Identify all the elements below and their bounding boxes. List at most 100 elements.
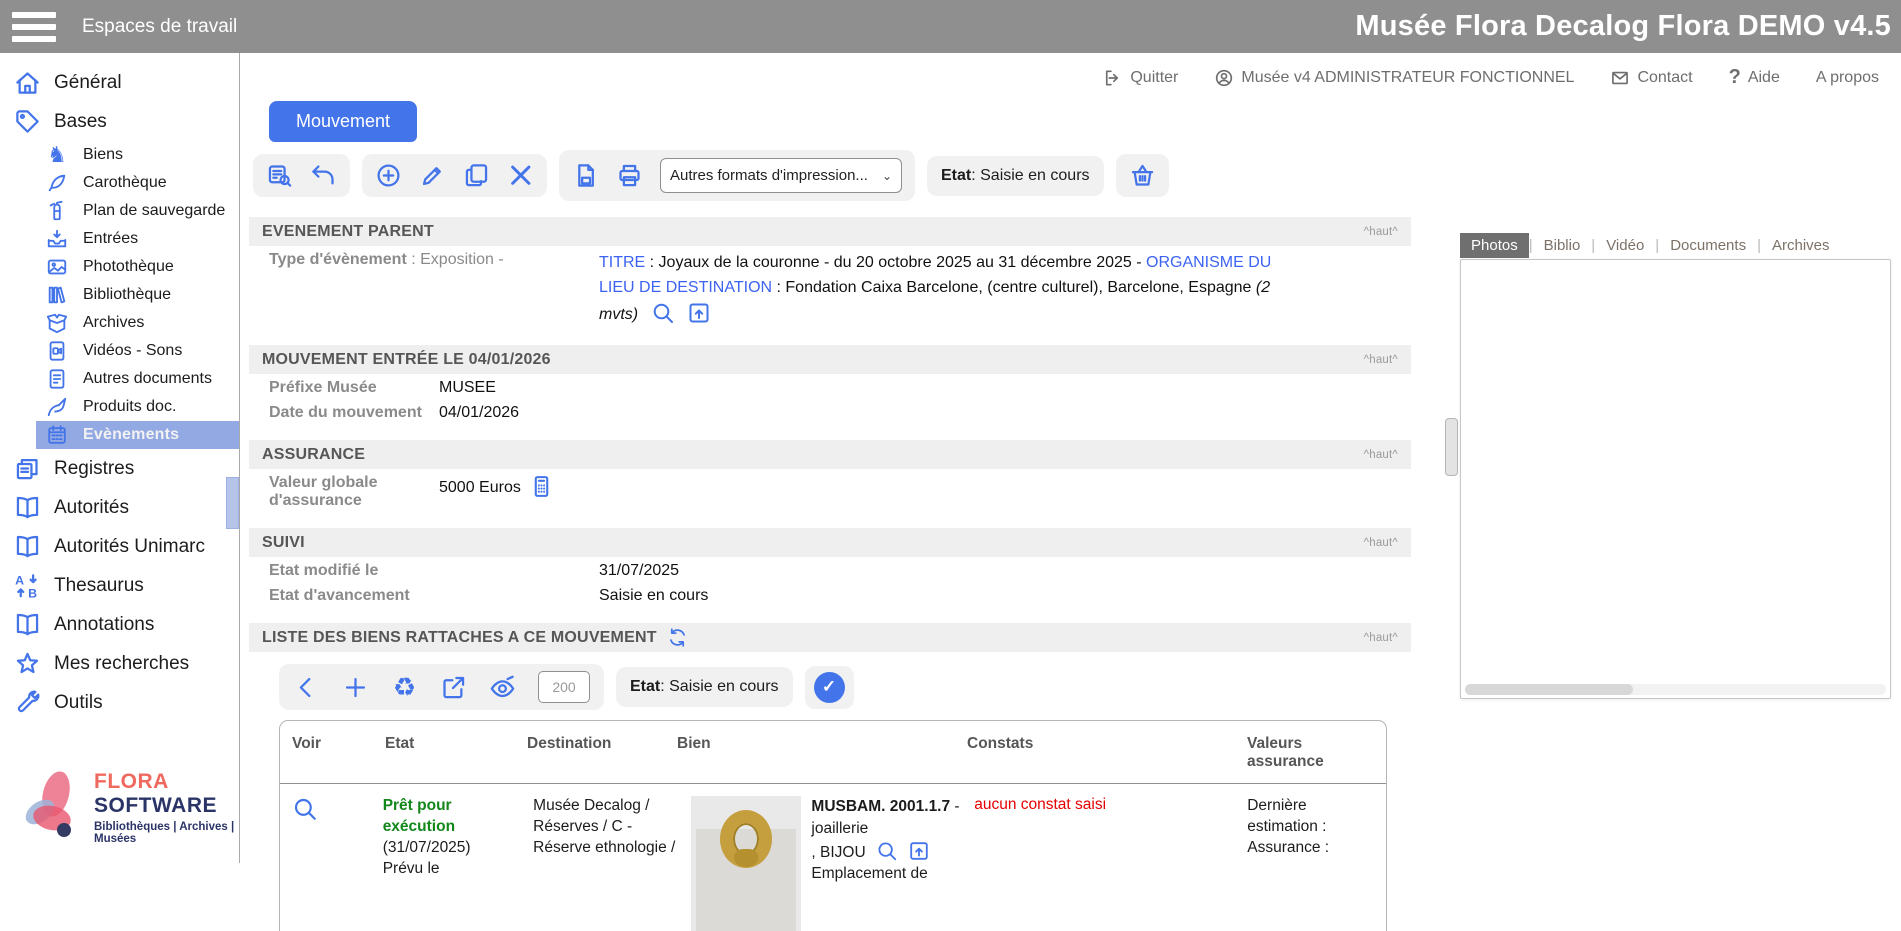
horizontal-scrollbar[interactable] — [1465, 684, 1886, 695]
add-record-icon[interactable] — [375, 162, 402, 189]
sidebar-item-videos-sons[interactable]: Vidéos - Sons — [0, 337, 239, 365]
section-suivi: SUIVI ^haut^ — [249, 528, 1411, 557]
tab-archives[interactable]: Archives — [1761, 233, 1841, 258]
open-box-icon — [46, 312, 68, 334]
etat-modifie-value: 31/07/2025 — [599, 562, 679, 580]
result-list-icon[interactable] — [266, 162, 293, 189]
print-document-icon[interactable] — [572, 162, 599, 189]
user-account[interactable]: Musée v4 ADMINISTRATEUR FONCTIONNEL — [1214, 68, 1574, 88]
sidebar-item-registres[interactable]: Registres — [0, 449, 239, 488]
hamburger-menu-icon[interactable] — [12, 12, 56, 42]
tag-icon — [14, 108, 41, 135]
sidebar-item-entrees[interactable]: Entrées — [0, 225, 239, 253]
bien-thumbnail[interactable] — [691, 796, 801, 931]
sidebar-item-evenements[interactable]: Evènements — [36, 421, 239, 449]
sidebar-item-mes-recherches[interactable]: Mes recherches — [0, 644, 239, 683]
chevron-down-icon: ⌄ — [882, 169, 892, 183]
aide-link[interactable]: ? Aide — [1729, 66, 1780, 89]
sidebar-item-annotations[interactable]: Annotations — [0, 605, 239, 644]
bien-id[interactable]: MUSBAM. 2001.1.7 — [811, 798, 950, 815]
alphabetical-sort-icon: AB — [14, 572, 41, 599]
etat-cell: Prêt pour exécution (31/07/2025) Prévu l… — [383, 796, 533, 931]
tab-documents[interactable]: Documents — [1659, 233, 1757, 258]
evenement-parent-value: TITRE : Joyaux de la couronne - du 20 oc… — [599, 251, 1299, 327]
image-icon — [46, 256, 68, 278]
open-record-icon[interactable] — [908, 840, 930, 862]
tab-photos[interactable]: Photos — [1460, 233, 1529, 258]
calculator-icon[interactable] — [529, 474, 554, 499]
wrench-icon — [14, 689, 41, 716]
sidebar-item-archives[interactable]: Archives — [0, 309, 239, 337]
view-record-icon[interactable] — [292, 796, 318, 822]
sidebar-item-biens[interactable]: ♞ Biens — [0, 141, 239, 169]
search-icon[interactable] — [651, 301, 675, 325]
utility-bar: Quitter Musée v4 ADMINISTRATEUR FONCTION… — [240, 53, 1901, 89]
record-state-badge: Etat: Saisie en cours — [927, 156, 1104, 196]
top-anchor-link[interactable]: ^haut^ — [1364, 537, 1398, 549]
star-icon — [14, 650, 41, 677]
open-record-icon[interactable] — [687, 301, 711, 325]
mail-icon — [1610, 68, 1630, 88]
external-link-icon[interactable] — [440, 674, 467, 701]
sidebar-item-autorites[interactable]: Autorités — [0, 488, 239, 527]
sidebar-item-thesaurus[interactable]: AB Thesaurus — [0, 566, 239, 605]
books-icon — [46, 284, 68, 306]
chess-knight-icon: ♞ — [46, 144, 68, 166]
apropos-link[interactable]: A propos — [1816, 69, 1879, 87]
svg-text:B: B — [28, 586, 37, 599]
valeurs-cell: Dernière estimation : Assurance : — [1247, 796, 1386, 931]
top-anchor-link[interactable]: ^haut^ — [1364, 226, 1398, 238]
sidebar-item-general[interactable]: Général — [0, 63, 239, 102]
media-tabs: Photos| Biblio| Vidéo| Documents| Archiv… — [1460, 233, 1891, 258]
app-title: Musée Flora Decalog Flora DEMO v4.5 — [1355, 10, 1891, 43]
top-anchor-link[interactable]: ^haut^ — [1364, 354, 1398, 366]
contact-link[interactable]: Contact — [1610, 68, 1692, 88]
add-bien-icon[interactable] — [342, 674, 369, 701]
quitter-link[interactable]: Quitter — [1103, 68, 1178, 88]
sidebar-item-autres-documents[interactable]: Autres documents — [0, 365, 239, 393]
search-icon[interactable] — [876, 840, 898, 862]
undo-icon[interactable] — [310, 162, 337, 189]
flora-flower-icon — [22, 768, 84, 847]
refresh-icon[interactable] — [667, 627, 688, 648]
panel-collapse-handle[interactable] — [1445, 418, 1458, 476]
biens-table-header: Voir Etat Destination Bien Constats Vale… — [280, 721, 1386, 784]
sidebar-scrollbar-thumb[interactable] — [226, 477, 239, 529]
list-state-badge: Etat: Saisie en cours — [616, 667, 793, 707]
top-anchor-link[interactable]: ^haut^ — [1364, 449, 1398, 461]
tab-video[interactable]: Vidéo — [1595, 233, 1655, 258]
tab-biblio[interactable]: Biblio — [1533, 233, 1592, 258]
copy-icon[interactable] — [463, 162, 490, 189]
flora-software-logo: FLORA SOFTWARE Bibliothèques | Archives … — [22, 768, 239, 847]
sidebar-item-autorites-unimarc[interactable]: Autorités Unimarc — [0, 527, 239, 566]
field-type-evenement: Type d'évènement : Exposition - — [269, 251, 599, 269]
feather-icon — [46, 172, 68, 194]
result-count-input[interactable] — [538, 671, 590, 703]
delete-icon[interactable] — [507, 162, 534, 189]
top-bar: Espaces de travail Musée Flora Decalog F… — [0, 0, 1901, 53]
printer-icon[interactable] — [616, 162, 643, 189]
basket-icon[interactable] — [1129, 162, 1156, 189]
recycle-icon[interactable]: ♻ — [391, 674, 418, 700]
workspace-label[interactable]: Espaces de travail — [82, 16, 237, 38]
sidebar-item-bibliotheque[interactable]: Bibliothèque — [0, 281, 239, 309]
eye-view-icon[interactable] — [489, 674, 516, 701]
tab-mouvement[interactable]: Mouvement — [269, 101, 417, 142]
destination-cell: Musée Decalog / Réserves / C - Réserve e… — [533, 796, 691, 931]
check-circle-icon[interactable]: ✓ — [814, 672, 845, 703]
svg-text:A: A — [15, 573, 24, 587]
chevron-left-icon[interactable] — [293, 674, 320, 701]
print-format-select[interactable]: Autres formats d'impression... ⌄ — [660, 158, 902, 193]
sidebar-item-plan-sauvegarde[interactable]: Plan de sauvegarde — [0, 197, 239, 225]
top-anchor-link[interactable]: ^haut^ — [1364, 632, 1398, 644]
edit-icon[interactable] — [419, 162, 446, 189]
sidebar: Général Bases ♞ Biens Carothèque Plan de… — [0, 53, 240, 863]
biens-table: Voir Etat Destination Bien Constats Vale… — [279, 720, 1387, 931]
section-assurance: ASSURANCE ^haut^ — [249, 440, 1411, 469]
sidebar-item-outils[interactable]: Outils — [0, 683, 239, 722]
sidebar-item-bases[interactable]: Bases — [0, 102, 239, 141]
section-evenement-parent: EVENEMENT PARENT ^haut^ — [249, 217, 1411, 246]
sidebar-item-carotheque[interactable]: Carothèque — [0, 169, 239, 197]
sidebar-item-phototheque[interactable]: Photothèque — [0, 253, 239, 281]
sidebar-item-produits-doc[interactable]: Produits doc. — [0, 393, 239, 421]
